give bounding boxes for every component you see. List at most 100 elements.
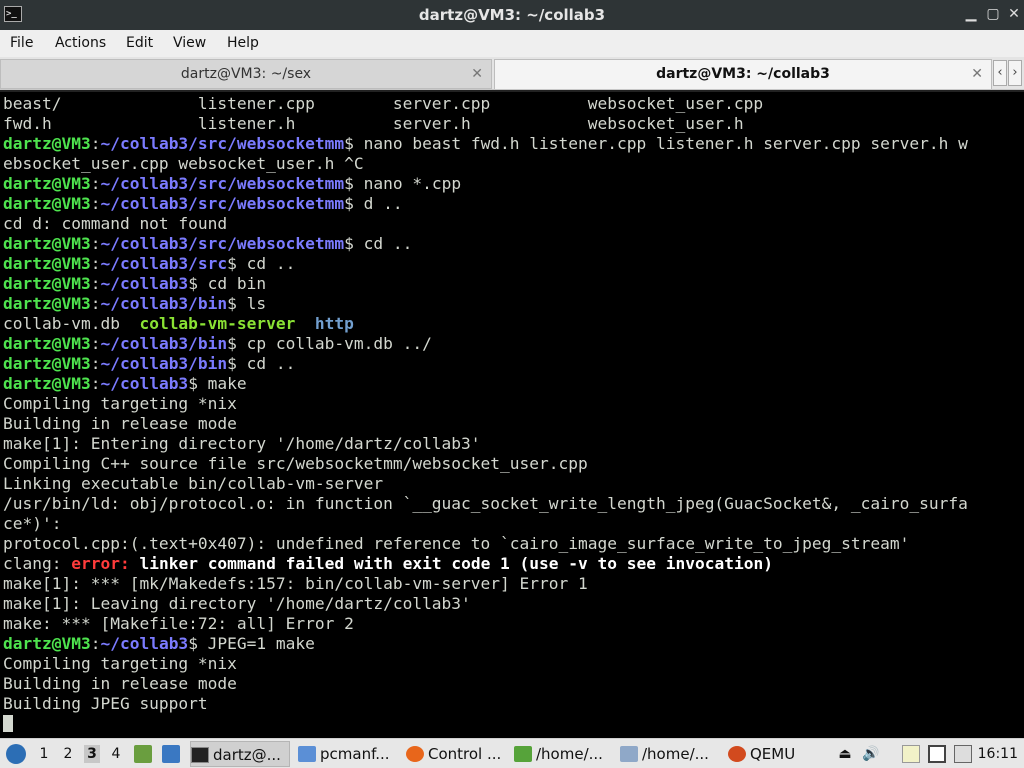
terminal-line: dartz@VM3:~/collab3$ JPEG=1 make — [3, 634, 968, 654]
terminal-cursor-line — [3, 714, 968, 734]
terminal-line: make: *** [Makefile:72: all] Error 2 — [3, 614, 968, 634]
clipboard-icon[interactable] — [902, 745, 920, 763]
terminal-line: Compiling C++ source file src/websocketm… — [3, 454, 968, 474]
task-pcmanfm[interactable]: pcmanf... — [298, 741, 398, 767]
terminal-output[interactable]: beast/ listener.cpp server.cpp websocket… — [0, 90, 1024, 738]
tab-label: dartz@VM3: ~/sex — [180, 66, 312, 82]
close-icon[interactable]: ✕ — [1005, 5, 1023, 23]
terminal-text: make[1]: Leaving directory '/home/dartz/… — [3, 594, 471, 613]
task-qemu[interactable]: QEMU — [728, 741, 802, 767]
terminal-text: ~/collab3 — [100, 374, 189, 393]
terminal-text: $ d .. — [344, 194, 403, 213]
terminal-text: http — [314, 314, 354, 333]
show-desktop-icon[interactable] — [162, 745, 180, 763]
terminal-text: : — [90, 334, 101, 353]
tab-scroll-right-icon[interactable]: › — [1008, 60, 1022, 86]
terminal-text: cd d: command not found — [3, 214, 228, 233]
terminal-text: dartz@VM3 — [3, 294, 91, 313]
desktop-3[interactable]: 3 — [84, 745, 100, 763]
terminal-line: Building in release mode — [3, 414, 968, 434]
desktop-2[interactable]: 2 — [60, 745, 76, 763]
terminal-text: make: *** [Makefile:72: all] Error 2 — [3, 614, 354, 633]
terminal-line: Building in release mode — [3, 674, 968, 694]
terminal-line: dartz@VM3:~/collab3/src/websocketmm$ cd … — [3, 234, 968, 254]
menu-file[interactable]: File — [8, 30, 35, 57]
terminal-text: Compiling C++ source file src/websocketm… — [3, 454, 588, 473]
eject-icon[interactable]: ⏏ — [836, 745, 854, 763]
tab-label: dartz@VM3: ~/collab3 — [656, 66, 830, 82]
terminal-line: dartz@VM3:~/collab3/src$ cd .. — [3, 254, 968, 274]
terminal-text: : — [90, 294, 101, 313]
desktop-4[interactable]: 4 — [108, 745, 124, 763]
terminal-text: : — [90, 134, 101, 153]
terminal-line: Building JPEG support — [3, 694, 968, 714]
terminal-line: beast/ listener.cpp server.cpp websocket… — [3, 94, 968, 114]
app-launcher-icon[interactable] — [134, 745, 152, 763]
terminal-text: ce*)': — [3, 514, 62, 533]
tab-bar: dartz@VM3: ~/sex ✕ dartz@VM3: ~/collab3 … — [0, 57, 1024, 90]
terminal-text: : — [90, 354, 101, 373]
maximize-icon[interactable]: ▢ — [984, 5, 1002, 23]
terminal-line: Linking executable bin/collab-vm-server — [3, 474, 968, 494]
terminal-line: /usr/bin/ld: obj/protocol.o: in function… — [3, 494, 968, 514]
terminal-text: dartz@VM3 — [3, 174, 91, 193]
clock[interactable]: 16:11 — [978, 739, 1018, 768]
display-icon[interactable] — [928, 745, 946, 763]
menu-help[interactable]: Help — [225, 30, 261, 57]
minimize-icon[interactable]: ▁ — [962, 5, 980, 23]
terminal-text: make[1]: Entering directory '/home/dartz… — [3, 434, 481, 453]
terminal-text: Compiling targeting *nix — [3, 394, 237, 413]
terminal-text: $ cd bin — [188, 274, 267, 293]
terminal-text: : — [90, 194, 101, 213]
terminal-line: cd d: command not found — [3, 214, 968, 234]
terminal-text: dartz@VM3 — [3, 334, 91, 353]
tab-close-icon[interactable]: ✕ — [471, 60, 483, 88]
terminal-text: : — [90, 234, 101, 253]
desktop-1[interactable]: 1 — [36, 745, 52, 763]
title-bar: >_ dartz@VM3: ~/collab3 ▁ ▢ ✕ — [0, 0, 1024, 30]
terminal-text: ~/collab3/src/websocketmm — [100, 134, 345, 153]
terminal-text: dartz@VM3 — [3, 134, 91, 153]
terminal-line: Compiling targeting *nix — [3, 654, 968, 674]
editor-icon — [514, 746, 532, 762]
terminal-line: make[1]: *** [mk/Makedefs:157: bin/colla… — [3, 574, 968, 594]
terminal-text: : — [90, 374, 101, 393]
tab-collab3[interactable]: dartz@VM3: ~/collab3 ✕ — [494, 59, 992, 89]
terminal-line: dartz@VM3:~/collab3/bin$ cp collab-vm.db… — [3, 334, 968, 354]
terminal-text: ~/collab3 — [100, 634, 189, 653]
network-icon[interactable] — [954, 745, 972, 763]
task-home-2[interactable]: /home/... — [620, 741, 724, 767]
terminal-text: ~/collab3/bin — [100, 294, 228, 313]
task-firefox[interactable]: Control ... — [406, 741, 510, 767]
terminal-text: $ make — [188, 374, 247, 393]
terminal-icon — [191, 747, 209, 763]
task-home-1[interactable]: /home/... — [514, 741, 616, 767]
terminal-text: linker command failed with exit code 1 (… — [139, 554, 773, 573]
terminal-text: clang: — [3, 554, 72, 573]
terminal-line: clang: error: linker command failed with… — [3, 554, 968, 574]
terminal-text: $ cd .. — [227, 254, 296, 273]
menu-actions[interactable]: Actions — [53, 30, 108, 57]
menu-view[interactable]: View — [171, 30, 208, 57]
firefox-icon — [406, 746, 424, 762]
terminal-line: dartz@VM3:~/collab3$ cd bin — [3, 274, 968, 294]
terminal-text: $ ls — [227, 294, 267, 313]
terminal-text: protocol.cpp:(.text+0x407): undefined re… — [3, 534, 910, 553]
tab-sex[interactable]: dartz@VM3: ~/sex ✕ — [0, 59, 492, 89]
tab-scroll-left-icon[interactable]: ‹ — [993, 60, 1007, 86]
terminal-line: make[1]: Leaving directory '/home/dartz/… — [3, 594, 968, 614]
terminal-line: fwd.h listener.h server.h websocket_user… — [3, 114, 968, 134]
volume-icon[interactable]: 🔊 — [862, 745, 880, 763]
start-menu-icon[interactable] — [6, 744, 26, 764]
terminal-text: collab-vm-server — [139, 314, 296, 333]
menu-edit[interactable]: Edit — [124, 30, 155, 57]
task-terminal[interactable]: dartz@... — [190, 741, 290, 767]
terminal-text: dartz@VM3 — [3, 374, 91, 393]
terminal-text: $ cd .. — [227, 354, 296, 373]
terminal-text: dartz@VM3 — [3, 634, 91, 653]
terminal-text: ~/collab3/src/websocketmm — [100, 234, 345, 253]
terminal-line: dartz@VM3:~/collab3/bin$ cd .. — [3, 354, 968, 374]
menu-bar: File Actions Edit View Help — [0, 30, 1024, 57]
tab-close-icon[interactable]: ✕ — [971, 60, 983, 88]
